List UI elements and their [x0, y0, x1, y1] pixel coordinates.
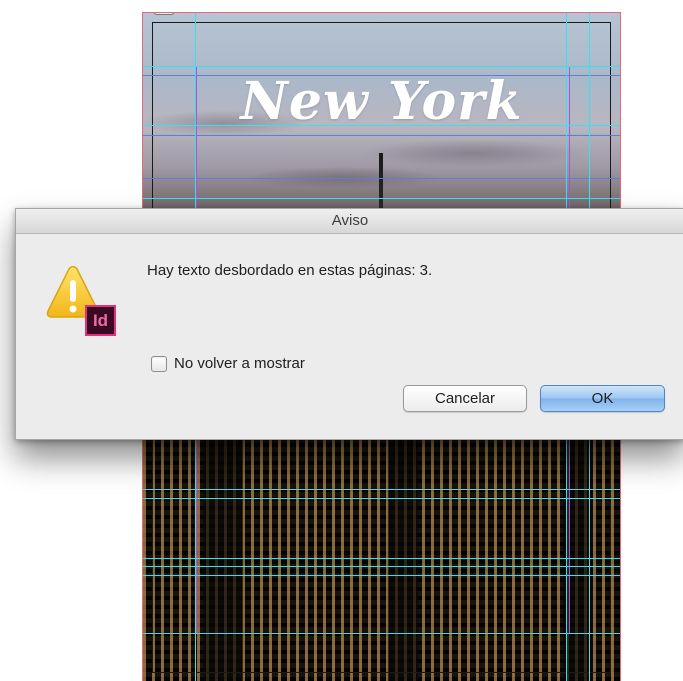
indesign-badge-text: Id	[92, 311, 109, 330]
cancel-button[interactable]: Cancelar	[403, 385, 527, 412]
dialog-message: Hay texto desbordado en estas páginas: 3…	[147, 262, 433, 279]
building-spire	[379, 153, 383, 213]
dont-show-again-label[interactable]: No volver a mostrar	[174, 355, 305, 372]
dont-show-again-checkbox[interactable]	[151, 355, 167, 372]
dialog-title[interactable]: Aviso	[16, 209, 683, 234]
indesign-app-badge-icon: Id	[85, 305, 116, 336]
dont-show-again-option[interactable]: No volver a mostrar	[151, 355, 305, 372]
ok-button[interactable]: OK	[540, 385, 665, 412]
guide-horizontal[interactable]	[143, 66, 620, 67]
document-title-text[interactable]: New York	[143, 71, 620, 132]
alert-dialog: Aviso Id Hay texto desbordado en estas p…	[15, 208, 683, 440]
city-skyline-image	[143, 438, 620, 681]
page-link-icon	[153, 13, 175, 15]
